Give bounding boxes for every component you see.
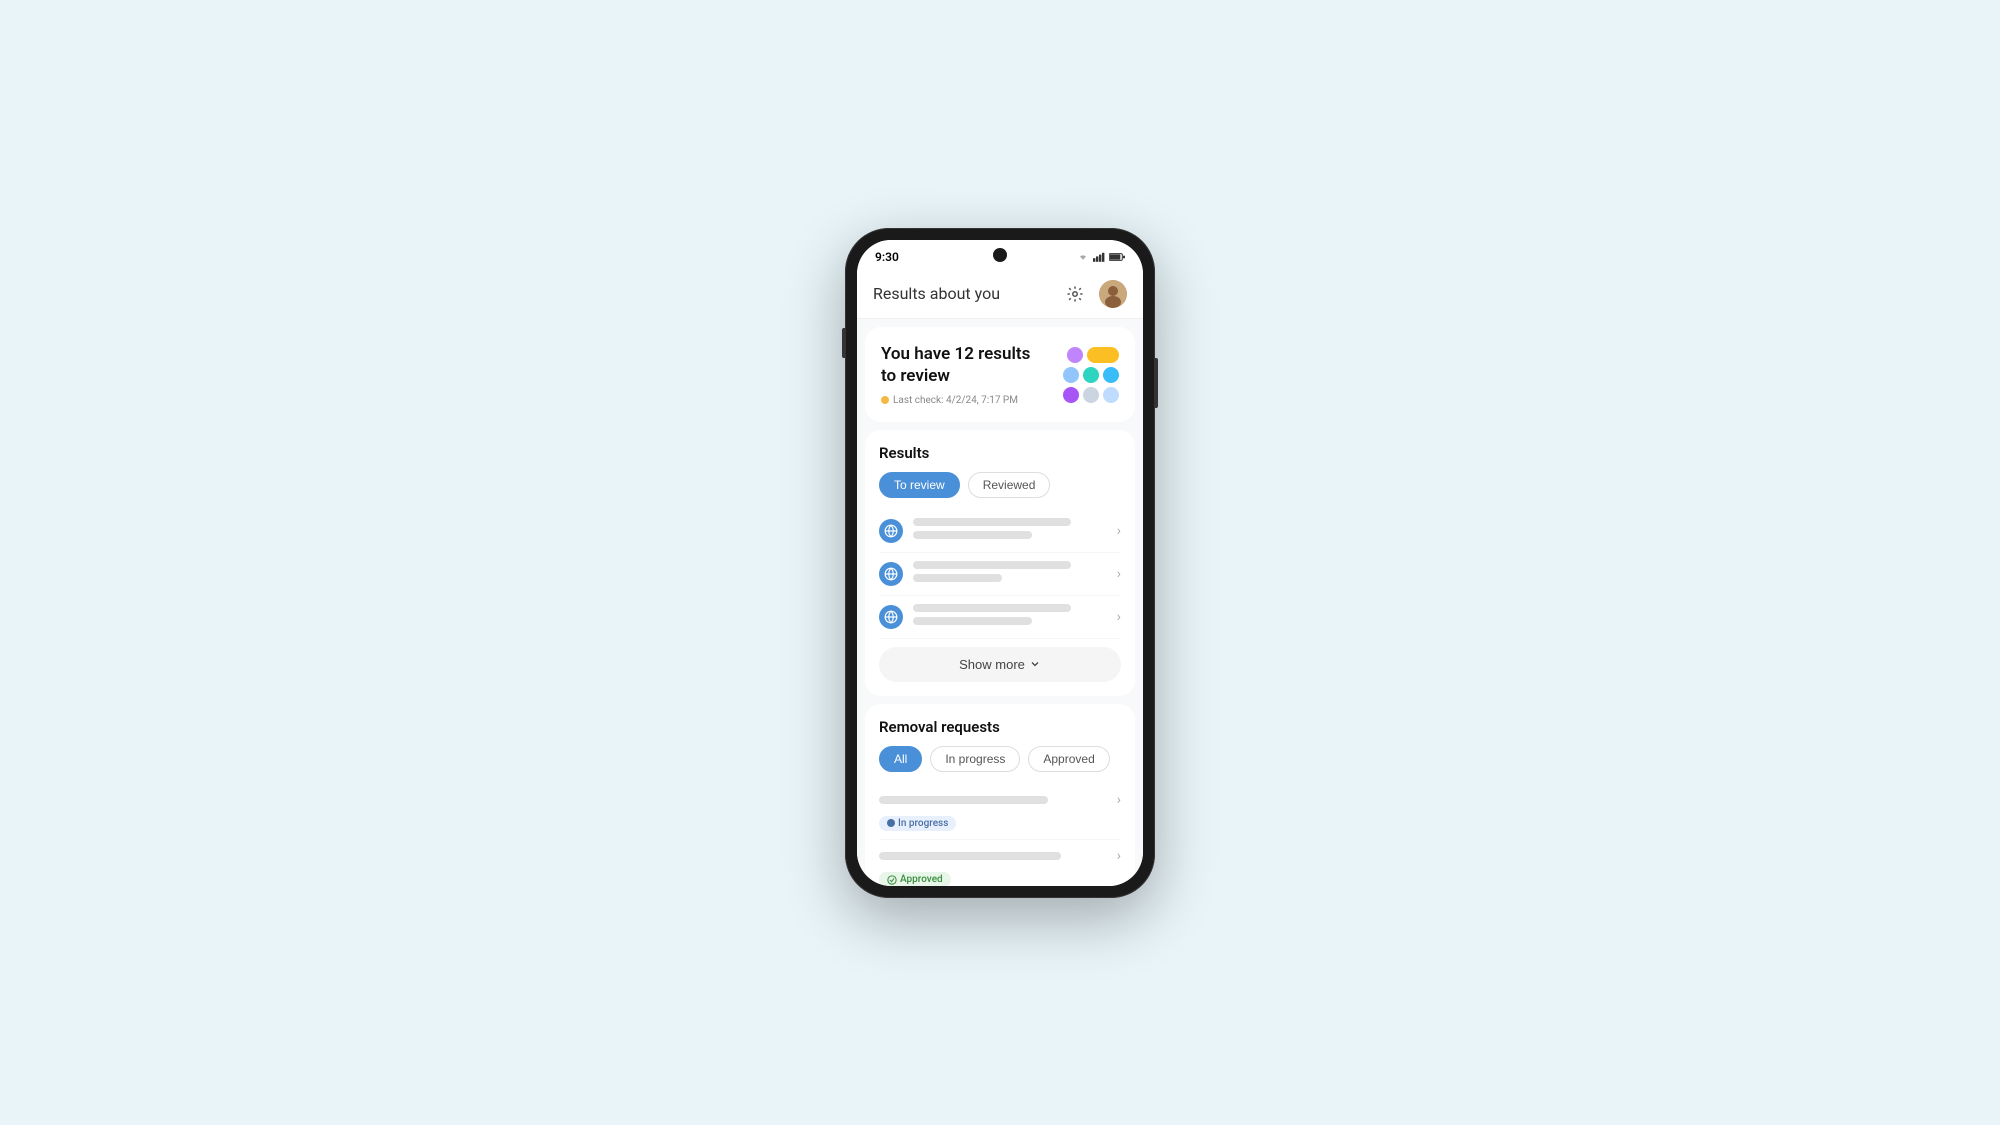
dot-teal [1083, 367, 1099, 383]
summary-text: You have 12 results to review Last check… [881, 343, 1030, 406]
skeleton-line [913, 617, 1032, 625]
dots-row-3 [1063, 387, 1119, 403]
globe-svg-2 [884, 567, 898, 581]
removal-skeleton-1 [879, 796, 1048, 804]
results-section: Results To review Reviewed [865, 430, 1135, 696]
screen-content[interactable]: Results about you [857, 270, 1143, 886]
result-skeleton-2 [913, 561, 1111, 587]
chevron-down-icon [1029, 658, 1041, 670]
app-title: Results about you [873, 284, 1000, 303]
removal-item-1-top: › [879, 792, 1121, 808]
result-skeleton-1 [913, 518, 1111, 544]
status-badge-approved-1: Approved [879, 872, 951, 885]
chevron-icon-3: › [1117, 609, 1121, 625]
last-check: Last check: 4/2/24, 7:17 PM [881, 395, 1030, 406]
in-progress-label-1: In progress [898, 818, 948, 829]
status-dot-blue-1 [887, 819, 895, 827]
results-filter-tabs: To review Reviewed [879, 472, 1121, 498]
globe-svg-1 [884, 524, 898, 538]
skeleton-line [913, 574, 1002, 582]
skeleton-line [913, 604, 1071, 612]
result-skeleton-3 [913, 604, 1111, 630]
battery-icon [1109, 252, 1125, 262]
skeleton-line [913, 518, 1071, 526]
chevron-icon-2: › [1117, 566, 1121, 582]
globe-svg-3 [884, 610, 898, 624]
result-item-2[interactable]: › [879, 553, 1121, 596]
wifi-icon [1077, 252, 1089, 262]
dot-light-blue [1063, 367, 1079, 383]
removal-item-1[interactable]: › In progress [879, 784, 1121, 841]
camera-notch [993, 248, 1007, 262]
status-time: 9:30 [875, 250, 899, 264]
last-check-dot [881, 396, 889, 404]
dot-violet [1063, 387, 1079, 403]
power-button [1155, 358, 1158, 408]
volume-button [842, 328, 845, 358]
summary-card: You have 12 results to review Last check… [865, 327, 1135, 422]
phone-screen: 9:30 [857, 240, 1143, 886]
dots-grid [1063, 347, 1119, 403]
avatar-icon [1099, 280, 1127, 308]
chevron-removal-2: › [1117, 848, 1121, 864]
dot-blue-fade [1103, 387, 1119, 403]
result-item-3[interactable]: › [879, 596, 1121, 639]
approved-label-1: Approved [900, 874, 943, 885]
removal-skeleton-2 [879, 852, 1061, 860]
last-check-text: Last check: 4/2/24, 7:17 PM [893, 395, 1018, 406]
dot-sky [1103, 367, 1119, 383]
show-more-label: Show more [959, 657, 1025, 672]
gear-icon [1066, 285, 1084, 303]
phone-frame: 9:30 [845, 228, 1155, 898]
removal-item-2-top: › [879, 848, 1121, 864]
show-more-button[interactable]: Show more [879, 647, 1121, 682]
result-item-1[interactable]: › [879, 510, 1121, 553]
removal-section: Removal requests All In progress Approve… [865, 704, 1135, 886]
tab-reviewed[interactable]: Reviewed [968, 472, 1051, 498]
removal-filter-tabs: All In progress Approved [879, 746, 1121, 772]
tab-to-review[interactable]: To review [879, 472, 960, 498]
summary-heading: You have 12 results to review [881, 343, 1030, 387]
result-globe-icon-1 [879, 519, 903, 543]
skeleton-line [913, 531, 1032, 539]
avatar-button[interactable] [1099, 280, 1127, 308]
dot-slate [1083, 387, 1099, 403]
removal-item-2[interactable]: › Approved [879, 840, 1121, 885]
signal-icon [1093, 252, 1105, 262]
check-circle-icon-1 [887, 875, 897, 885]
app-bar: Results about you [857, 270, 1143, 319]
tab-approved[interactable]: Approved [1028, 746, 1109, 772]
result-globe-icon-2 [879, 562, 903, 586]
dots-row-2 [1063, 367, 1119, 383]
dot-purple [1067, 347, 1083, 363]
tab-in-progress[interactable]: In progress [930, 746, 1020, 772]
results-title: Results [879, 444, 1121, 462]
dot-amber-pill [1087, 347, 1119, 363]
result-globe-icon-3 [879, 605, 903, 629]
status-badge-in-progress-1: In progress [879, 816, 956, 831]
chevron-removal-1: › [1117, 792, 1121, 808]
chevron-icon-1: › [1117, 523, 1121, 539]
tab-all[interactable]: All [879, 746, 922, 772]
removal-title: Removal requests [879, 718, 1121, 736]
skeleton-line [913, 561, 1071, 569]
dots-row-1 [1067, 347, 1119, 363]
app-bar-icons [1061, 280, 1127, 308]
settings-button[interactable] [1061, 280, 1089, 308]
status-icons [1077, 252, 1125, 262]
